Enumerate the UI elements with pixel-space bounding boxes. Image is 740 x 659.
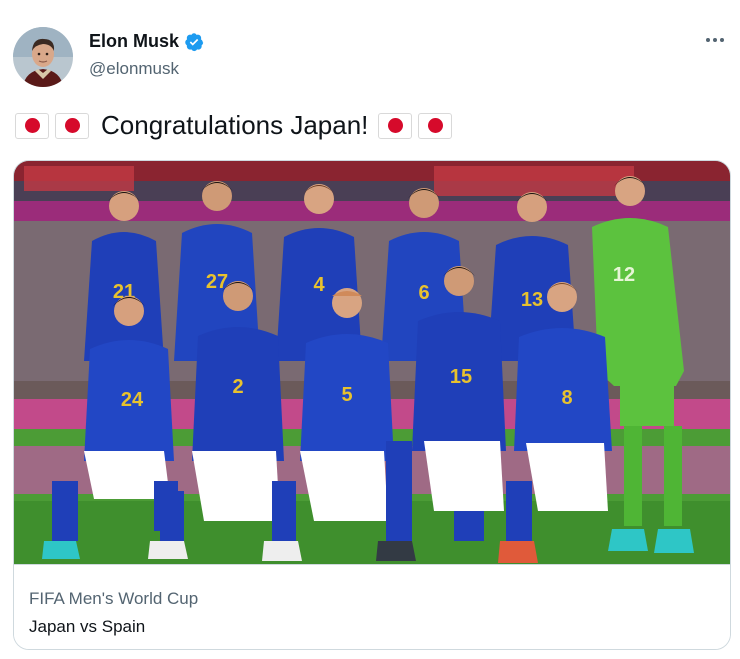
japan-flag-icon <box>15 112 49 139</box>
svg-text:8: 8 <box>561 387 572 409</box>
japan-flag-icon <box>55 112 89 139</box>
svg-text:5: 5 <box>341 384 352 406</box>
tweet: Elon Musk @elonmusk Congratulations Japa… <box>0 0 740 659</box>
author-display-name[interactable]: Elon Musk <box>89 31 179 52</box>
author-name-row: Elon Musk <box>89 31 204 52</box>
team-photo-image: 21 27 4 6 13 12 24 2 5 15 8 <box>14 161 730 564</box>
card-meta: FIFA Men's World Cup Japan vs Spain <box>14 564 730 649</box>
svg-text:15: 15 <box>450 366 472 388</box>
svg-text:24: 24 <box>121 389 144 411</box>
svg-text:4: 4 <box>313 274 325 296</box>
svg-text:12: 12 <box>613 264 635 286</box>
profile-photo <box>13 27 73 87</box>
japan-flag-icon <box>378 112 413 139</box>
verified-badge-icon <box>184 32 204 52</box>
card-title: Japan vs Spain <box>29 617 146 636</box>
card-source: FIFA Men's World Cup <box>29 589 199 608</box>
link-card[interactable]: 21 27 4 6 13 12 24 2 5 15 8 FIFA Men's W… <box>13 160 731 650</box>
tweet-text-body: Congratulations Japan! <box>101 110 369 140</box>
avatar[interactable] <box>13 27 73 87</box>
author-handle[interactable]: @elonmusk <box>89 59 179 79</box>
svg-text:2: 2 <box>232 376 243 398</box>
svg-text:13: 13 <box>521 289 543 311</box>
svg-text:6: 6 <box>418 282 429 304</box>
japan-flag-icon <box>418 112 453 139</box>
more-horizontal-icon[interactable] <box>702 34 728 46</box>
tweet-text: Congratulations Japan! <box>15 110 458 141</box>
